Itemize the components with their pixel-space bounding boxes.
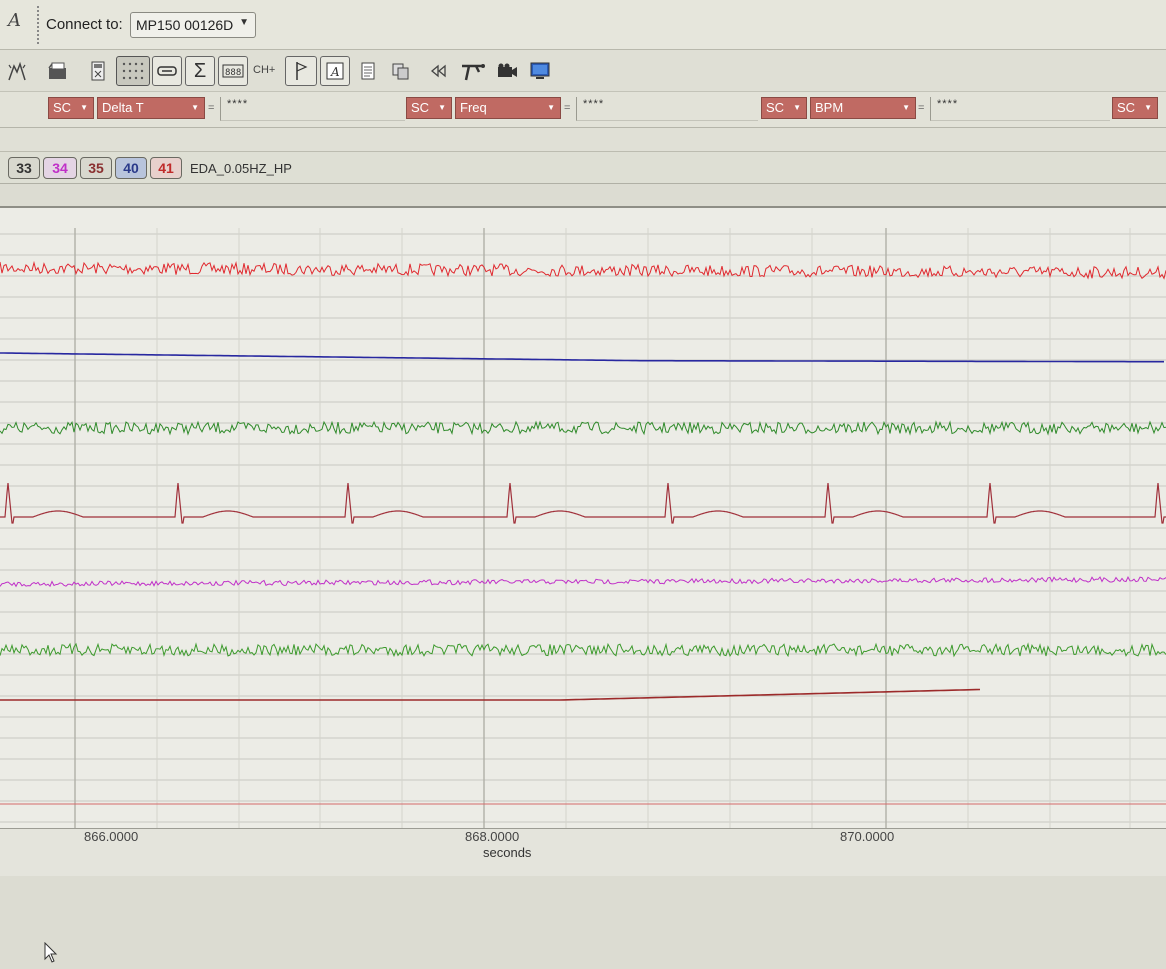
channel-bar: 33 34 35 40 41 EDA_0.05HZ_HP [0, 152, 1166, 184]
chevron-down-icon: ▼ [191, 103, 199, 112]
monitor-icon[interactable] [527, 56, 553, 86]
measurement-1-source[interactable]: SC ▼ [48, 97, 94, 119]
chevron-down-icon: ▼ [80, 103, 88, 112]
measurement-bar: SC ▼ Delta T ▼ = **** SC ▼ Freq ▼ = **** SC ▼… [0, 92, 1166, 128]
measurement-2-result: **** [576, 97, 758, 121]
waveform-svg [0, 228, 1166, 828]
measurement-3-source[interactable]: SC ▼ [761, 97, 807, 119]
measurement-4-source-label: SC [1117, 100, 1136, 115]
axis-tick-label: 870.0000 [840, 829, 895, 844]
chevron-down-icon: ▼ [547, 103, 555, 112]
axis-tick-label: 868.0000 [465, 829, 520, 844]
chevron-down-icon: ▼ [1144, 103, 1152, 112]
channel-button-41[interactable]: 41 [150, 157, 182, 179]
channel-button-35[interactable]: 35 [80, 157, 112, 179]
chevron-down-icon: ▼ [438, 103, 446, 112]
spacer-bar [0, 128, 1166, 152]
equals-sign: = [918, 102, 925, 114]
digits-icon[interactable]: 888 [218, 56, 248, 86]
journal-icon[interactable] [356, 56, 380, 86]
channel-button-33[interactable]: 33 [8, 157, 40, 179]
device-select[interactable]: MP150 00126D ▼ [130, 12, 256, 38]
device-select-value: MP150 00126D [136, 17, 234, 33]
minus-box-icon[interactable] [152, 56, 182, 86]
grid-icon[interactable] [116, 56, 150, 86]
active-channel-name: EDA_0.05HZ_HP [190, 161, 292, 176]
flag-icon[interactable] [285, 56, 317, 86]
channel-add-label[interactable]: CH+ [253, 64, 275, 76]
trace-green [0, 420, 1166, 436]
measurement-1-source-label: SC [53, 100, 72, 115]
connect-label: Connect to: [46, 16, 123, 33]
rewind-icon[interactable] [426, 56, 450, 86]
calculator-icon[interactable] [86, 56, 110, 86]
measurement-3-function[interactable]: BPM ▼ [810, 97, 916, 119]
channel-button-40[interactable]: 40 [115, 157, 147, 179]
measurement-1-function-label: Delta T [102, 100, 144, 115]
measurement-2-source[interactable]: SC ▼ [406, 97, 452, 119]
main-toolbar: Σ 888 CH+ A [0, 50, 1166, 92]
open-folder-icon[interactable] [44, 56, 72, 86]
measurement-2-function-label: Freq [460, 100, 487, 115]
antenna-icon[interactable] [458, 56, 488, 86]
time-axis: 866.0000 868.0000 870.0000 seconds [0, 828, 1166, 876]
cursor-arrow-icon [44, 941, 60, 969]
sigma-icon[interactable]: Σ [185, 56, 215, 86]
measurement-1-result: **** [220, 97, 405, 121]
trace-magenta [0, 575, 1166, 588]
chevron-down-icon: ▼ [793, 103, 801, 112]
text-marker-icon[interactable]: A [320, 56, 350, 86]
measurement-3-function-label: BPM [815, 100, 844, 115]
waveform-plot[interactable] [0, 208, 1166, 963]
chevron-down-icon: ▼ [902, 103, 910, 112]
svg-text:888: 888 [225, 68, 241, 78]
trace-dark-red [0, 688, 981, 701]
toolbar-grip [37, 6, 39, 44]
copy-icon[interactable] [388, 56, 412, 86]
wand-icon[interactable] [4, 56, 30, 86]
axis-unit-label: seconds [483, 845, 532, 860]
connect-bar: A Connect to: MP150 00126D ▼ [0, 0, 1166, 50]
chevron-down-icon: ▼ [239, 17, 249, 28]
camera-icon[interactable] [493, 56, 521, 86]
measurement-2-source-label: SC [411, 100, 430, 115]
channel-button-34[interactable]: 34 [43, 157, 77, 179]
channel-label-bar [0, 184, 1166, 208]
app-menu-icon[interactable]: A [8, 10, 21, 31]
measurement-1-function[interactable]: Delta T ▼ [97, 97, 205, 119]
measurement-3-result: **** [930, 97, 1110, 121]
svg-text:A: A [330, 65, 340, 79]
axis-tick-label: 866.0000 [84, 829, 139, 844]
measurement-4-source[interactable]: SC ▼ [1112, 97, 1158, 119]
equals-sign: = [564, 102, 571, 114]
measurement-2-function[interactable]: Freq ▼ [455, 97, 561, 119]
measurement-3-source-label: SC [766, 100, 785, 115]
equals-sign: = [208, 102, 215, 114]
trace-ecg [0, 482, 1166, 524]
